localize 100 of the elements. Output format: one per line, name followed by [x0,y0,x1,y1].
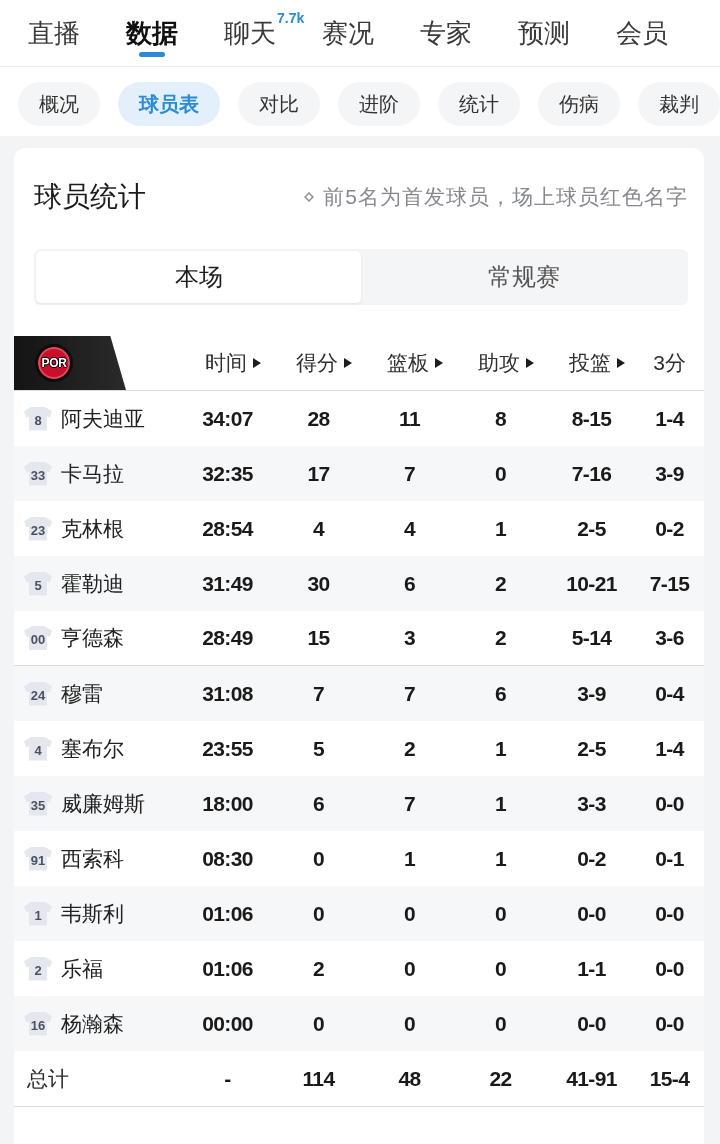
player-name[interactable]: 威廉姆斯 [61,789,145,818]
top-tab[interactable]: 专家 [420,0,472,66]
sort-caret-icon[interactable] [616,358,625,368]
stat-value: 3 [403,625,416,651]
stat-value: 0 [494,955,507,982]
stat-value: 2 [494,625,507,651]
stat-value: 3-9 [655,460,684,487]
stat-value: 6 [494,680,507,707]
stat-value: 1-4 [655,405,684,432]
stat-value: 0-0 [655,790,684,817]
top-tab[interactable]: 直播 [28,0,80,66]
player-name[interactable]: 乐福 [61,954,103,983]
column-header[interactable]: 3分 [653,350,686,376]
sub-tab[interactable]: 统计 [438,82,520,126]
scope-tab[interactable]: 本场 [36,251,361,303]
top-tab[interactable]: 数据 [126,0,178,66]
sort-caret-icon[interactable] [252,358,261,368]
stat-value: 114 [302,1065,335,1092]
stat-value: 7 [403,680,416,707]
stat-value: 1-4 [655,735,684,762]
player-name[interactable]: 穆雷 [61,679,103,708]
chat-count-label: 7.7k [277,10,305,26]
player-name[interactable]: 塞布尔 [61,734,124,763]
stat-value: 0-0 [655,1010,684,1037]
player-name[interactable]: 西索科 [61,844,124,873]
column-header[interactable]: 篮板 [386,350,429,376]
stat-value: 28:49 [202,625,253,651]
stat-value: 18:00 [202,790,253,817]
sub-tab[interactable]: 进阶 [338,82,420,126]
stat-value: 48 [398,1065,421,1092]
scope-tab[interactable]: 常规赛 [361,251,686,303]
stat-value: 0 [494,460,507,487]
stat-value: 0 [494,900,507,927]
sort-caret-icon[interactable] [434,358,443,368]
sub-tab[interactable]: 伤病 [538,82,620,126]
stat-value: 6 [312,790,325,817]
top-tab[interactable]: 会员 [616,0,668,66]
column-header[interactable]: 得分 [295,350,338,376]
sub-tab[interactable]: 概况 [18,82,100,126]
stat-value: 3-3 [577,790,606,817]
section-title: 球员统计 [34,180,146,214]
player-name[interactable]: 韦斯利 [61,899,124,928]
jersey-number: 8 [24,406,52,431]
jersey-number: 00 [24,626,52,650]
stat-value: 0-0 [577,1010,606,1037]
stat-value: 0-1 [655,845,684,872]
stat-value: 31:49 [202,570,253,597]
stat-value: 7-16 [571,460,612,487]
team-logo: POR [35,344,73,382]
column-header[interactable]: 投篮 [568,350,611,376]
player-name[interactable]: 亨德森 [61,624,124,652]
stat-value: 01:06 [202,955,253,982]
stat-value: 10-21 [566,570,617,597]
jersey-number: 16 [24,1011,52,1036]
stat-value: 11 [399,405,420,432]
stat-value: - [224,1065,231,1092]
stat-value: 7 [403,790,416,817]
player-name[interactable]: 霍勒迪 [61,569,124,598]
stat-value: 32:35 [202,460,253,487]
stat-value: 4 [403,515,416,542]
stat-value: 4 [312,515,325,542]
stat-value: 28 [307,405,330,432]
top-tab[interactable]: 赛况 [322,0,374,66]
stat-value: 0 [403,1010,416,1037]
stat-value: 2 [494,570,507,597]
jersey-number: 2 [24,956,52,981]
stat-value: 0-0 [577,900,606,927]
column-header[interactable]: 时间 [204,350,247,376]
sort-caret-icon[interactable] [525,358,534,368]
player-name[interactable]: 克林根 [61,514,124,543]
jersey-number: 1 [24,901,52,926]
column-header[interactable]: 助攻 [477,350,520,376]
stat-value: 15-4 [649,1065,690,1092]
stat-value: 23:55 [202,735,253,762]
stat-value: 00:00 [202,1010,253,1037]
hint-text: 前5名为首发球员，场上球员红色名字 [323,184,688,210]
stat-value: 0-4 [655,680,684,707]
stat-value: 8 [494,405,507,432]
stat-value: 17 [307,460,330,487]
stat-value: 08:30 [202,845,253,872]
stat-value: 7 [403,460,416,487]
stat-value: 5 [312,735,325,762]
stat-value: 41-91 [566,1065,617,1092]
sub-tab[interactable]: 裁判 [638,82,720,126]
stat-value: 0-0 [655,955,684,982]
stat-value: 22 [489,1065,512,1092]
sub-tab[interactable]: 对比 [238,82,320,126]
player-name[interactable]: 卡马拉 [61,459,124,488]
stat-value: 34:07 [202,405,253,432]
stat-value: 0 [312,1010,325,1037]
stat-value: 15 [307,625,330,651]
sort-caret-icon[interactable] [343,358,352,368]
player-name[interactable]: 杨瀚森 [61,1009,124,1038]
stat-value: 3-9 [577,680,606,707]
player-name[interactable]: 阿夫迪亚 [61,404,145,433]
top-tab[interactable]: 预测 [518,0,570,66]
stat-value: 1 [494,845,507,872]
jersey-number: 91 [24,846,52,871]
stat-value: 1 [403,845,416,872]
stat-value: 2-5 [577,735,606,762]
